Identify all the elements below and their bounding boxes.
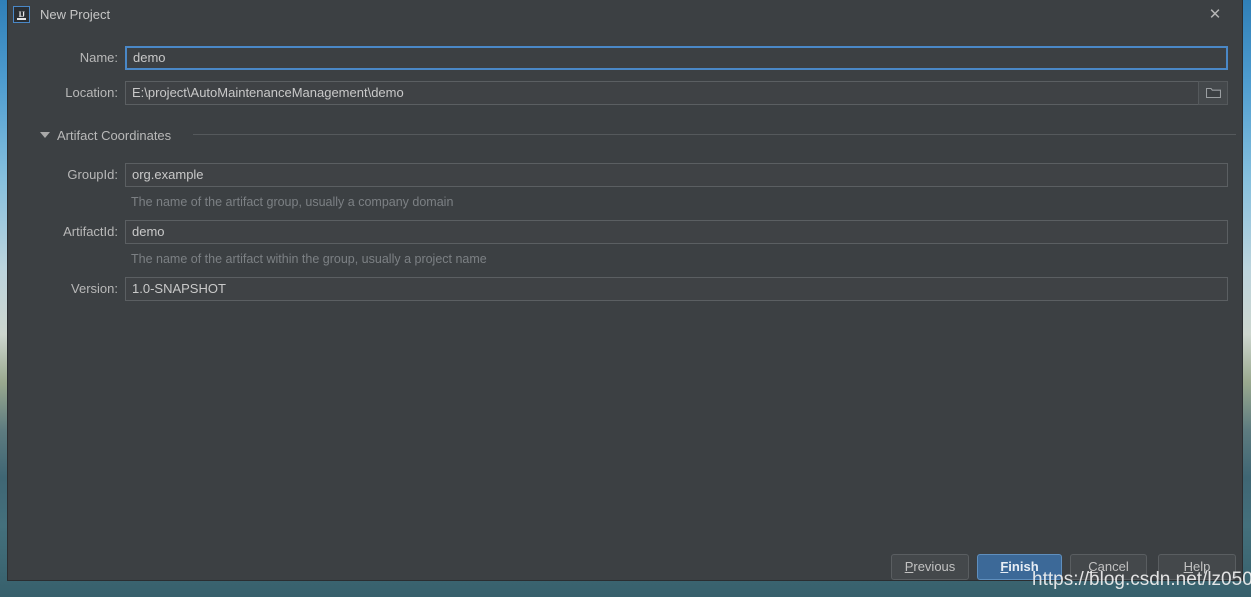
new-project-dialog: IJ New Project ✕ Name: demo Location: E:… bbox=[8, 0, 1242, 580]
artifact-coordinates-section-toggle[interactable]: Artifact Coordinates bbox=[40, 127, 171, 143]
intellij-idea-icon: IJ bbox=[13, 6, 30, 23]
artifact-coordinates-label: Artifact Coordinates bbox=[57, 127, 172, 143]
section-divider bbox=[193, 134, 1236, 135]
location-input[interactable]: E:\project\AutoMaintenanceManagement\dem… bbox=[125, 81, 1228, 105]
close-icon[interactable]: ✕ bbox=[1206, 6, 1224, 24]
intellij-idea-icon-bar bbox=[17, 18, 26, 20]
dialog-titlebar: IJ New Project ✕ bbox=[8, 0, 1242, 30]
watermark-text: https://blog.csdn.net/lz050116 bbox=[1032, 569, 1251, 590]
artifact-id-hint: The name of the artifact within the grou… bbox=[131, 252, 487, 266]
version-input[interactable]: 1.0-SNAPSHOT bbox=[125, 277, 1228, 301]
version-label: Version: bbox=[71, 281, 118, 296]
group-id-label: GroupId: bbox=[67, 167, 118, 182]
folder-icon[interactable] bbox=[1198, 81, 1228, 105]
dialog-title: New Project bbox=[40, 7, 111, 22]
previous-button[interactable]: Previous bbox=[891, 554, 969, 580]
location-label: Location: bbox=[65, 85, 118, 100]
name-label: Name: bbox=[79, 50, 118, 65]
artifact-id-label: ArtifactId: bbox=[63, 224, 118, 239]
chevron-down-icon bbox=[40, 132, 50, 138]
group-id-hint: The name of the artifact group, usually … bbox=[131, 195, 454, 209]
group-id-input[interactable]: org.example bbox=[125, 163, 1228, 187]
name-input[interactable]: demo bbox=[125, 46, 1228, 70]
artifact-id-input[interactable]: demo bbox=[125, 220, 1228, 244]
